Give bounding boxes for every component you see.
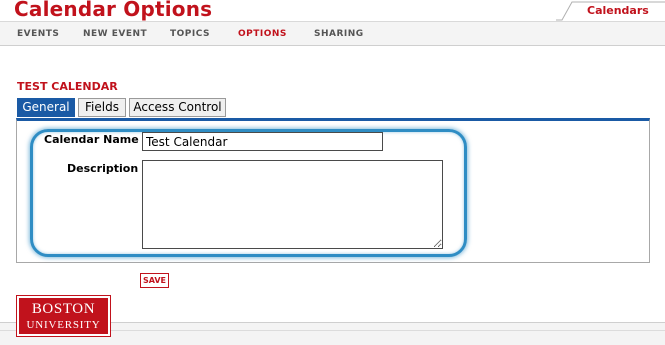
- tab-access-control[interactable]: Access Control: [129, 98, 226, 117]
- tab-fields[interactable]: Fields: [78, 98, 126, 117]
- calendar-name-label: Calendar Name: [44, 133, 139, 146]
- logo-line-2: UNIVERSITY: [26, 319, 101, 331]
- description-textarea[interactable]: [142, 160, 443, 249]
- nav-topics[interactable]: TOPICS: [170, 29, 210, 39]
- main-nav: EVENTS NEW EVENT TOPICS OPTIONS SHARING: [0, 21, 665, 46]
- nav-sharing[interactable]: SHARING: [314, 29, 364, 39]
- nav-events[interactable]: EVENTS: [17, 29, 59, 39]
- page-title: Calendar Options: [14, 0, 213, 21]
- nav-new-event[interactable]: NEW EVENT: [83, 29, 147, 39]
- save-button[interactable]: SAVE: [140, 273, 169, 288]
- calendars-tab[interactable]: Calendars: [556, 0, 665, 21]
- logo-line-1: BOSTON: [31, 301, 96, 317]
- calendar-section-title: TEST CALENDAR: [17, 80, 118, 93]
- description-label: Description: [67, 162, 139, 175]
- boston-university-logo[interactable]: BOSTON UNIVERSITY: [16, 295, 111, 337]
- calendars-tab-label: Calendars: [587, 4, 649, 17]
- nav-options[interactable]: OPTIONS: [238, 29, 287, 39]
- tab-general[interactable]: General: [17, 98, 75, 117]
- calendar-name-input[interactable]: [142, 132, 383, 151]
